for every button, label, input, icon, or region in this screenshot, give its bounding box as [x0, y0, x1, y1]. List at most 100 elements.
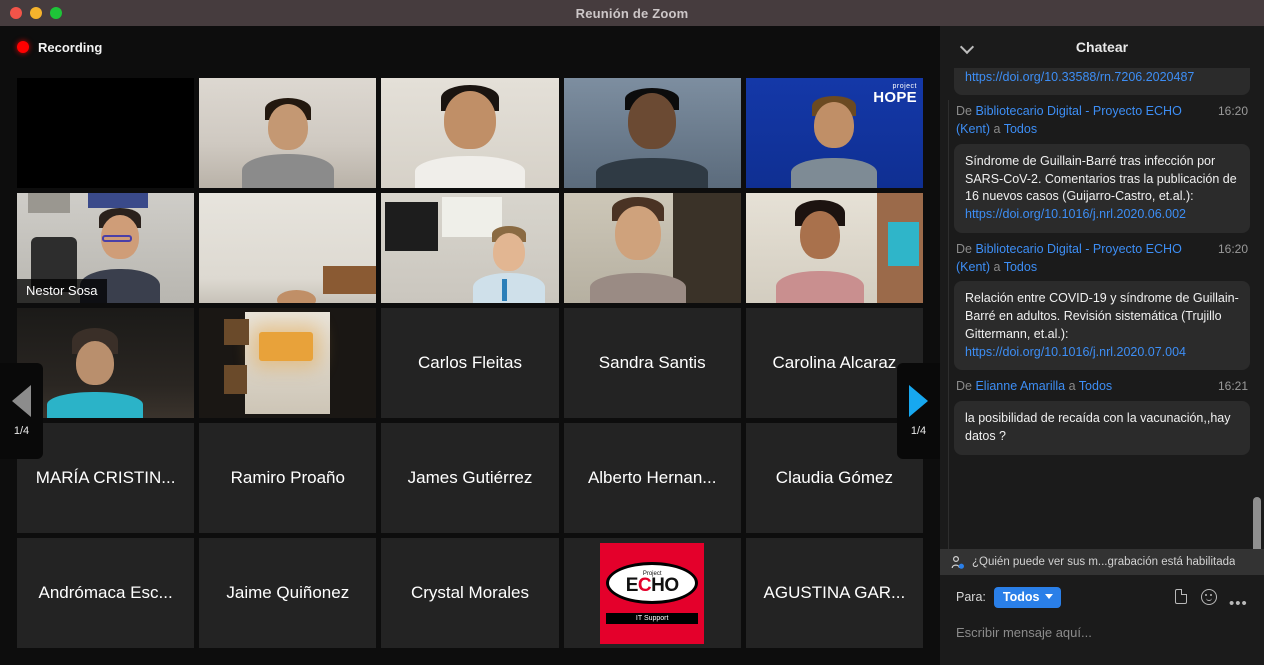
- echo-logo-banner: IT Support: [606, 613, 699, 624]
- window-titlebar: Reunión de Zoom: [0, 0, 1264, 26]
- chat-recipient-dropdown[interactable]: Todos: [993, 586, 1062, 608]
- participant-tile[interactable]: project HOPE: [745, 78, 923, 188]
- participant-tile[interactable]: [17, 308, 195, 418]
- chat-message-meta: De Bibliotecario Digital - Proyecto ECHO…: [954, 241, 1250, 277]
- participant-tile[interactable]: Project ECHO IT Support: [563, 538, 741, 648]
- participant-tile[interactable]: James Gutiérrez: [381, 423, 559, 533]
- chat-message-sender: De Elianne Amarilla a Todos: [956, 379, 1113, 394]
- chevron-right-icon: [909, 385, 928, 417]
- webcam-thumbnail: [563, 78, 741, 188]
- participant-tile[interactable]: Crystal Morales: [381, 538, 559, 648]
- chat-scrollbar[interactable]: [1253, 102, 1261, 549]
- participant-tile[interactable]: AGUSTINA GAR...: [745, 538, 923, 648]
- chevron-down-icon: [1045, 594, 1054, 599]
- page-indicator-left: 1/4: [13, 425, 30, 437]
- chat-message-time: 16:21: [1217, 379, 1248, 394]
- chat-composer: Para: Todos ••• Escribir mensaje aquí...: [940, 575, 1264, 665]
- chat-message-link[interactable]: https://doi.org/10.33588/rn.7206.2020487: [965, 70, 1194, 84]
- participant-tile[interactable]: [199, 78, 377, 188]
- chevron-left-icon: [12, 385, 31, 417]
- project-echo-logo: Project ECHO IT Support: [600, 542, 705, 644]
- chat-message-bubble: la posibilidad de recaída con la vacunac…: [954, 401, 1250, 455]
- participant-tile[interactable]: [563, 193, 741, 303]
- close-button[interactable]: [10, 7, 22, 19]
- chat-message-time: 16:20: [1217, 241, 1248, 256]
- participant-name-label: Sandra Santis: [598, 353, 706, 372]
- recording-dot-icon: [17, 41, 29, 53]
- participant-name-label: MARÍA CRISTIN...: [35, 468, 176, 487]
- webcam-thumbnail: [745, 193, 923, 303]
- recording-bar: Recording: [0, 26, 940, 68]
- participant-name-label: Alberto Hernan...: [587, 468, 717, 487]
- webcam-thumbnail: [17, 308, 195, 418]
- project-hope-logo: project HOPE: [873, 83, 917, 105]
- chat-message-link[interactable]: https://doi.org/10.1016/j.nrl.2020.06.00…: [965, 207, 1186, 221]
- chat-message-input[interactable]: Escribir mensaje aquí...: [956, 625, 1248, 640]
- participant-tile-active-speaker[interactable]: Nestor Sosa: [17, 193, 195, 303]
- participant-name-label: Ramiro Proaño: [230, 468, 345, 487]
- participant-tile[interactable]: Carlos Fleitas: [381, 308, 559, 418]
- participant-tile[interactable]: [17, 78, 195, 188]
- echo-logo-oval: Project ECHO: [606, 562, 699, 604]
- participant-name-label: Claudia Gómez: [775, 468, 893, 487]
- participant-name-label: Carlos Fleitas: [418, 353, 522, 372]
- chat-recipient-name[interactable]: Todos: [1079, 379, 1112, 393]
- window-controls: [10, 7, 62, 19]
- chat-recipient-name[interactable]: Todos: [1004, 260, 1037, 274]
- participant-grid: project HOPE Nestor Sosa Carlos Fleitas …: [17, 78, 923, 648]
- participant-tile[interactable]: Jaime Quiñonez: [199, 538, 377, 648]
- participant-tile[interactable]: [381, 78, 559, 188]
- chat-privacy-notice: ¿Quién puede ver sus m...grabación está …: [940, 549, 1264, 575]
- participant-name-label: AGUSTINA GAR...: [763, 583, 906, 602]
- minimize-button[interactable]: [30, 7, 42, 19]
- participant-name-label: Carolina Alcaraz: [772, 353, 897, 372]
- window-title: Reunión de Zoom: [575, 5, 689, 21]
- recording-label: Recording: [38, 39, 103, 55]
- chevron-down-icon[interactable]: [962, 41, 974, 53]
- webcam-thumbnail: [563, 193, 741, 303]
- webcam-thumbnail: [199, 78, 377, 188]
- chat-sender-name[interactable]: Elianne Amarilla: [975, 379, 1065, 393]
- file-icon[interactable]: [1170, 586, 1192, 608]
- chat-sender-name[interactable]: Bibliotecario Digital - Proyecto ECHO (K…: [956, 104, 1182, 136]
- chat-sender-name[interactable]: Bibliotecario Digital - Proyecto ECHO (K…: [956, 242, 1182, 274]
- webcam-thumbnail: [381, 193, 559, 303]
- previous-page-button[interactable]: 1/4: [0, 363, 43, 459]
- participant-tile[interactable]: [381, 193, 559, 303]
- chat-panel: Chatear COVID-19: revisión de casos publ…: [940, 26, 1264, 665]
- chat-recipient-name[interactable]: Todos: [1004, 122, 1037, 136]
- chat-scrollbar-thumb[interactable]: [1253, 497, 1261, 549]
- chat-message-bubble: COVID-19: revisión de casos publicados (…: [954, 68, 1250, 96]
- participant-tile[interactable]: [199, 193, 377, 303]
- participant-tile[interactable]: MARÍA CRISTIN...: [17, 423, 195, 533]
- chat-privacy-notice-text: ¿Quién puede ver sus m...grabación está …: [972, 556, 1236, 568]
- chat-recipient-value: Todos: [1002, 589, 1040, 604]
- chat-to-label: Para:: [956, 590, 986, 604]
- next-page-button[interactable]: 1/4: [897, 363, 940, 459]
- chat-message-bubble: Síndrome de Guillain-Barré tras infecció…: [954, 143, 1250, 233]
- participant-tile[interactable]: Sandra Santis: [563, 308, 741, 418]
- participant-tile[interactable]: [563, 78, 741, 188]
- webcam-thumbnail: [381, 78, 559, 188]
- zoom-meeting-window: Reunión de Zoom Recording project HOPE N…: [0, 0, 1264, 665]
- chat-message-link[interactable]: https://doi.org/10.1016/j.nrl.2020.07.00…: [965, 345, 1186, 359]
- chat-title: Chatear: [1075, 39, 1129, 55]
- participant-tile[interactable]: Alberto Hernan...: [563, 423, 741, 533]
- participant-name-label: Jaime Quiñonez: [226, 583, 350, 602]
- smiley-icon[interactable]: [1198, 586, 1220, 608]
- participant-name-label: Crystal Morales: [410, 583, 530, 602]
- maximize-button[interactable]: [50, 7, 62, 19]
- video-gallery-stage: project HOPE Nestor Sosa Carlos Fleitas …: [0, 68, 940, 665]
- participant-tile[interactable]: Andrómaca Esc...: [17, 538, 195, 648]
- participant-tile[interactable]: [199, 308, 377, 418]
- participant-name-badge: Nestor Sosa: [17, 279, 107, 303]
- chat-message-list[interactable]: COVID-19: revisión de casos publicados (…: [940, 68, 1264, 549]
- webcam-thumbnail: [199, 308, 377, 418]
- participant-tile[interactable]: [745, 193, 923, 303]
- echo-logo-wordmark: ECHO: [625, 575, 679, 596]
- webcam-thumbnail: [199, 193, 377, 303]
- chat-message-meta: De Elianne Amarilla a Todos 16:21: [954, 378, 1250, 396]
- more-options-icon[interactable]: •••: [1226, 586, 1248, 611]
- participant-tile[interactable]: Ramiro Proaño: [199, 423, 377, 533]
- chat-composer-toolbar: Para: Todos •••: [956, 586, 1248, 611]
